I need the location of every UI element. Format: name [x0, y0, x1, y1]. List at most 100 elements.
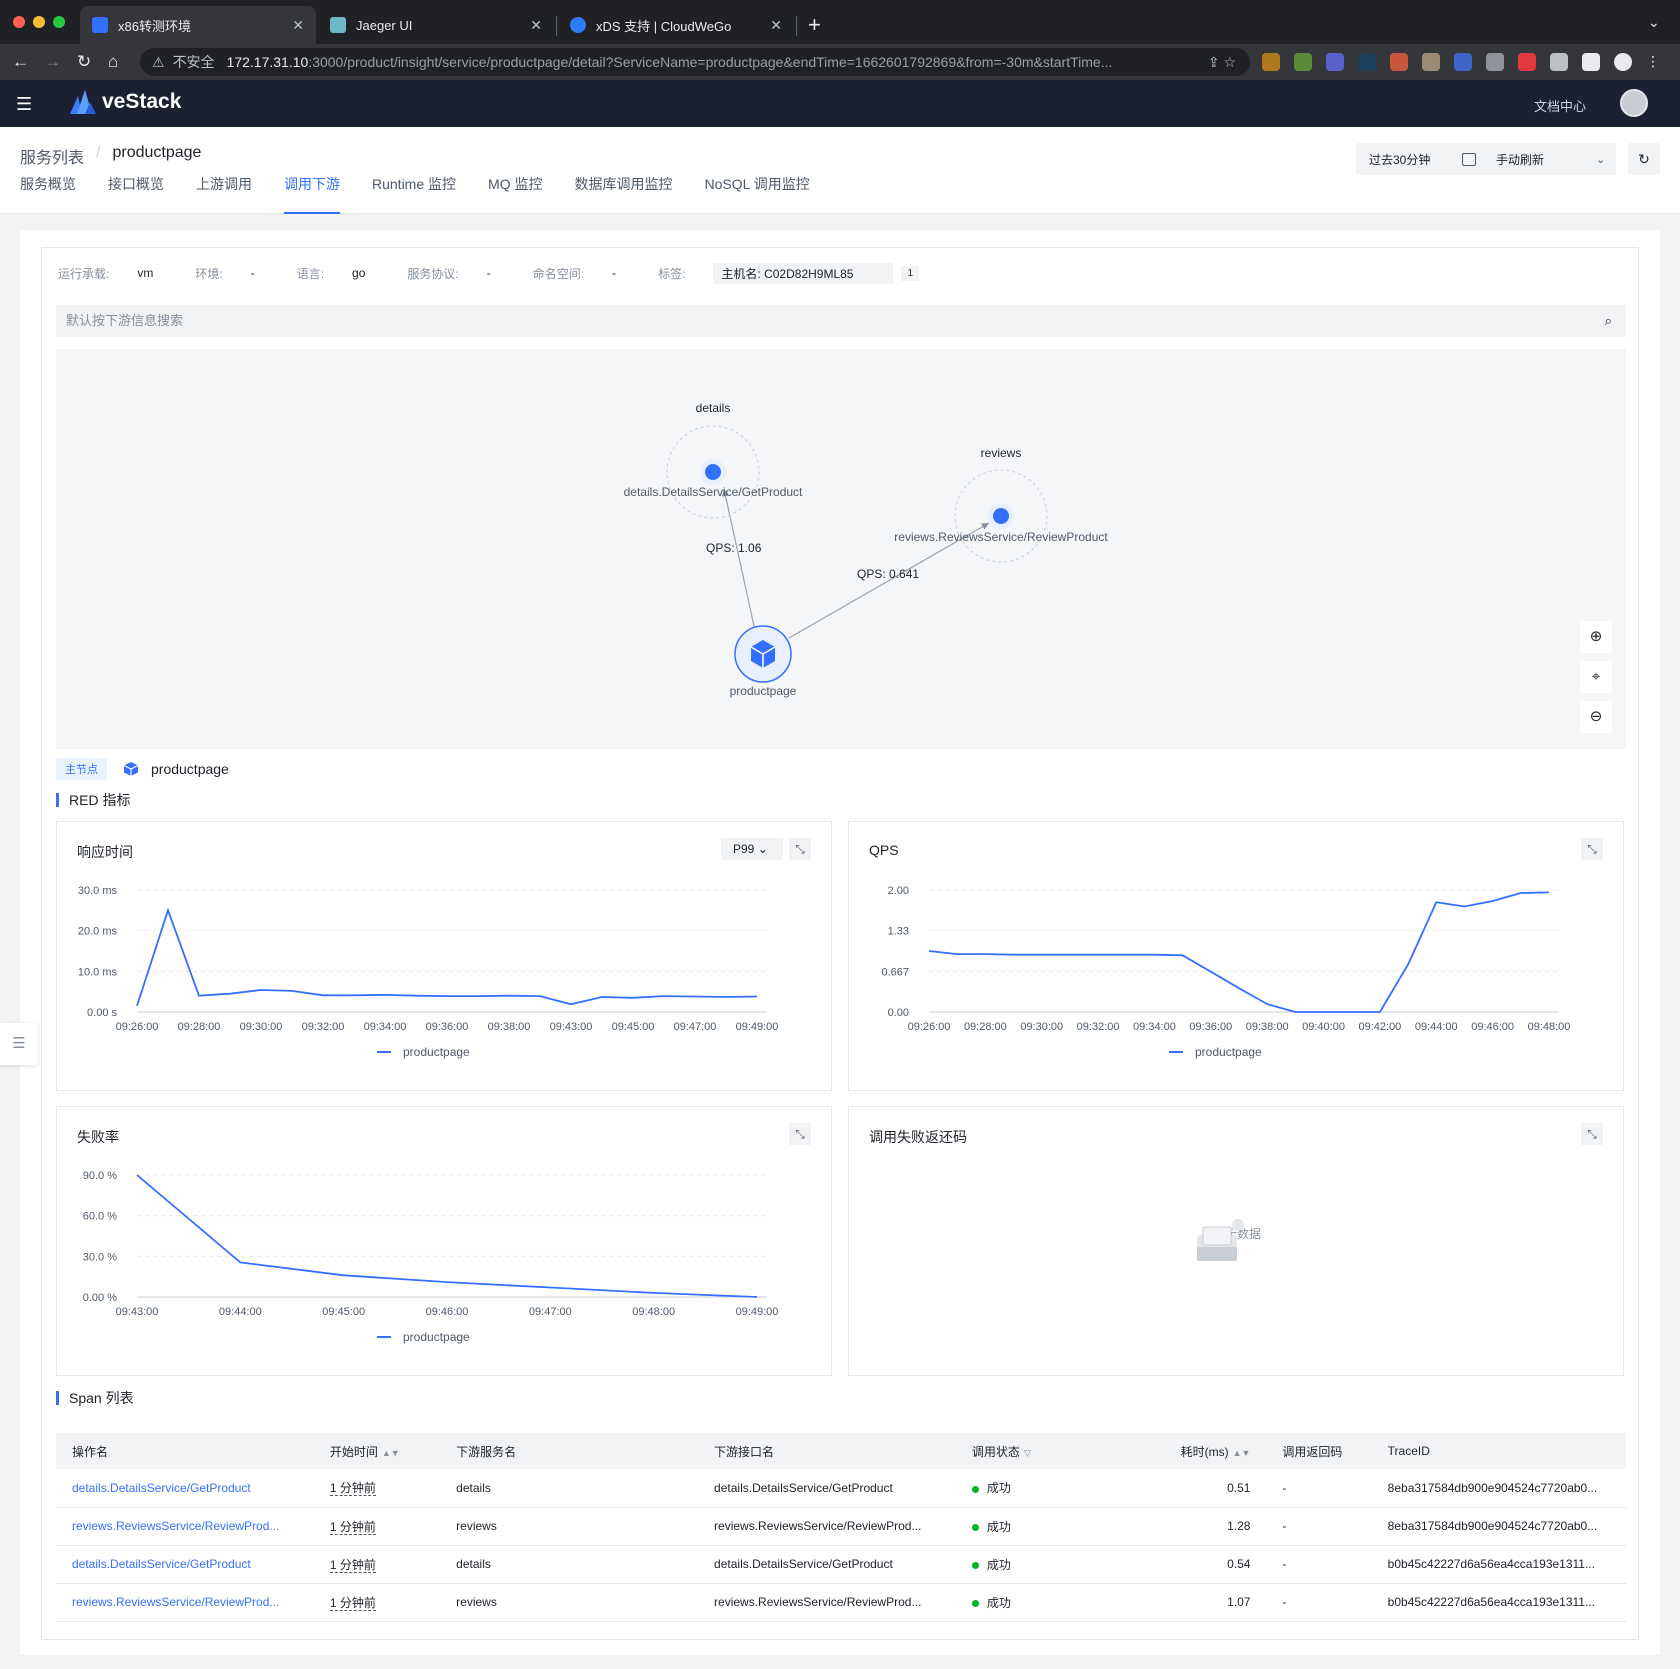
col-start-time[interactable]: 开始时间 ▲▼ [313, 1433, 441, 1469]
url-path: :3000/product/insight/service/productpag… [308, 54, 1113, 70]
extension-icon[interactable] [1390, 53, 1408, 71]
user-avatar[interactable] [1620, 89, 1648, 117]
col-duration[interactable]: 耗时(ms) ▲▼ [1087, 1433, 1267, 1469]
calendar-icon[interactable] [1462, 152, 1476, 166]
browser-tab-active[interactable]: x86转测环境 ✕ [80, 6, 316, 44]
tab-downstream-calls[interactable]: 调用下游 [284, 174, 340, 214]
link-icon[interactable] [993, 508, 1009, 524]
bookmark-star-icon[interactable]: ⇪ ☆ [1208, 54, 1236, 71]
side-list-toggle-icon[interactable]: ☰ [0, 1023, 38, 1065]
search-icon[interactable]: ⌕ [1605, 305, 1612, 337]
time-range-picker[interactable]: 过去30分钟 手动刷新 ⌄ [1356, 143, 1616, 175]
breadcrumb-service-list[interactable]: 服务列表 [20, 144, 84, 168]
locate-center-icon[interactable]: ⌖ [1580, 661, 1612, 693]
trace-id-cell[interactable]: b0b45c42227d6a56ea4cca193e1311... [1371, 1583, 1626, 1622]
relative-time[interactable]: 1 分钟前 [329, 1481, 376, 1497]
operation-link[interactable]: reviews.ReviewsService/ReviewProd... [56, 1583, 314, 1622]
edge-reviews-label: QPS: 0.641 [857, 567, 919, 581]
table-row[interactable]: details.DetailsService/GetProduct 1 分钟前 … [56, 1469, 1626, 1508]
menu-hamburger-icon[interactable]: ☰ [16, 94, 32, 115]
more-menu-icon[interactable]: ⋮ [1646, 53, 1660, 71]
extension-icon[interactable] [1454, 53, 1472, 71]
expand-icon[interactable]: ⤡ [1581, 1123, 1603, 1145]
meta-tags-label: 标签: [658, 266, 686, 281]
close-tab-icon[interactable]: ✕ [770, 17, 782, 34]
zoom-in-icon[interactable]: ⊕ [1580, 621, 1612, 653]
forward-arrow-icon[interactable]: → [44, 52, 61, 72]
col-status[interactable]: 调用状态 ▽ [955, 1433, 1088, 1469]
topology-graph[interactable]: QPS: 1.06 QPS: 0.641 details details.Det… [56, 349, 1626, 749]
profile-avatar-icon[interactable] [1614, 53, 1632, 71]
operation-link[interactable]: reviews.ReviewsService/ReviewProd... [56, 1507, 314, 1546]
qps-chart-card: QPS ⤡ 0.00 0.667 1.33 2.00 09:26:00 09:28:00 0… [848, 821, 1624, 1091]
tab-mq-monitor[interactable]: MQ 监控 [488, 174, 542, 214]
time-range-label[interactable]: 过去30分钟 [1356, 151, 1462, 168]
extension-icon[interactable] [1326, 53, 1344, 71]
table-row[interactable]: details.DetailsService/GetProduct 1 分钟前 … [56, 1545, 1626, 1584]
refresh-mode-select[interactable]: 手动刷新 [1496, 151, 1596, 168]
tab-search-chevron-icon[interactable]: ⌄ [1648, 14, 1660, 31]
table-row[interactable]: reviews.ReviewsService/ReviewProd... 1 分… [56, 1507, 1626, 1546]
tag-count-badge[interactable]: 1 [901, 265, 920, 281]
tab-upstream-calls[interactable]: 上游调用 [196, 174, 252, 214]
close-window-button[interactable] [13, 16, 25, 28]
browser-tab[interactable]: xDS 支持 | CloudWeGo ✕ [558, 6, 794, 44]
reload-icon[interactable]: ↻ [77, 52, 91, 72]
trace-id-cell[interactable]: 8eba317584db900e904524c7720ab0... [1371, 1507, 1626, 1546]
trace-id-cell[interactable]: 8eba317584db900e904524c7720ab0... [1371, 1469, 1626, 1508]
topology-svg[interactable]: QPS: 1.06 QPS: 0.641 details details.Det… [56, 349, 1626, 749]
doc-center-link[interactable]: 文档中心 [1534, 96, 1586, 115]
extension-icon[interactable] [1518, 53, 1536, 71]
react-devtools-icon[interactable] [1358, 53, 1376, 71]
minimize-window-button[interactable] [33, 16, 45, 28]
close-tab-icon[interactable]: ✕ [292, 17, 304, 34]
sort-icon[interactable]: ▲▼ [382, 1448, 400, 1458]
status-text: 成功 [986, 1595, 1011, 1610]
tab-db-monitor[interactable]: 数据库调用监控 [574, 174, 672, 214]
tab-interface-overview[interactable]: 接口概览 [108, 174, 164, 214]
extension-icon[interactable] [1486, 53, 1504, 71]
operation-link[interactable]: details.DetailsService/GetProduct [56, 1545, 314, 1584]
x-tick-label: 09:32:00 [1077, 1021, 1120, 1033]
operation-link[interactable]: details.DetailsService/GetProduct [56, 1469, 314, 1508]
browser-tab[interactable]: Jaeger UI ✕ [318, 6, 554, 44]
relative-time[interactable]: 1 分钟前 [329, 1519, 376, 1535]
main-node-tag: 主节点 [56, 758, 107, 780]
maximize-window-button[interactable] [53, 16, 65, 28]
downstream-service-cell: reviews [440, 1583, 699, 1622]
tab-nosql-monitor[interactable]: NoSQL 调用监控 [704, 174, 809, 214]
relative-time[interactable]: 1 分钟前 [329, 1595, 376, 1611]
home-icon[interactable]: ⌂ [108, 52, 118, 72]
close-tab-icon[interactable]: ✕ [530, 17, 542, 34]
legend-label: productpage [403, 1045, 470, 1059]
tab-runtime-monitor[interactable]: Runtime 监控 [372, 174, 456, 214]
cloudwego-favicon-icon [570, 17, 586, 33]
relative-time[interactable]: 1 分钟前 [329, 1557, 376, 1573]
x-tick-label: 09:28:00 [178, 1021, 221, 1033]
refresh-button[interactable]: ↻ [1628, 143, 1660, 175]
downstream-search-input[interactable]: 默认按下游信息搜索 ⌕ [56, 305, 1626, 337]
extension-icon[interactable] [1294, 53, 1312, 71]
col-downstream-interface: 下游接口名 [698, 1433, 956, 1469]
sidebar-toggle-icon[interactable] [1582, 53, 1600, 71]
downstream-service-cell: details [440, 1545, 699, 1584]
hostname-tag: 主机名: C02D82H9ML85 [713, 262, 894, 284]
address-bar[interactable]: ⚠ 不安全 172.17.31.10 :3000/product/insight… [140, 48, 1250, 76]
brand-logo[interactable]: veStack [70, 90, 181, 114]
extension-icon[interactable] [1262, 53, 1280, 71]
y-tick-label: 90.0 % [83, 1170, 117, 1182]
chevron-down-icon[interactable]: ⌄ [1596, 153, 1605, 166]
trace-id-cell[interactable]: b0b45c42227d6a56ea4cca193e1311... [1371, 1545, 1626, 1584]
page-header: 服务列表 / productpage 过去30分钟 手动刷新 ⌄ ↻ 服务概览 … [0, 127, 1680, 214]
new-tab-button[interactable]: + [808, 12, 821, 38]
extension-icon[interactable] [1422, 53, 1440, 71]
sort-icon[interactable]: ▲▼ [1233, 1448, 1251, 1458]
back-arrow-icon[interactable]: ← [12, 52, 29, 72]
table-row[interactable]: reviews.ReviewsService/ReviewProd... 1 分… [56, 1583, 1626, 1622]
puzzle-extensions-icon[interactable] [1550, 53, 1568, 71]
filter-icon[interactable]: ▽ [1024, 1448, 1031, 1458]
tab-service-overview[interactable]: 服务概览 [20, 174, 76, 214]
zoom-out-icon[interactable]: ⊖ [1580, 701, 1612, 733]
x-tick-label: 09:26:00 [116, 1021, 159, 1033]
link-icon[interactable] [705, 464, 721, 480]
